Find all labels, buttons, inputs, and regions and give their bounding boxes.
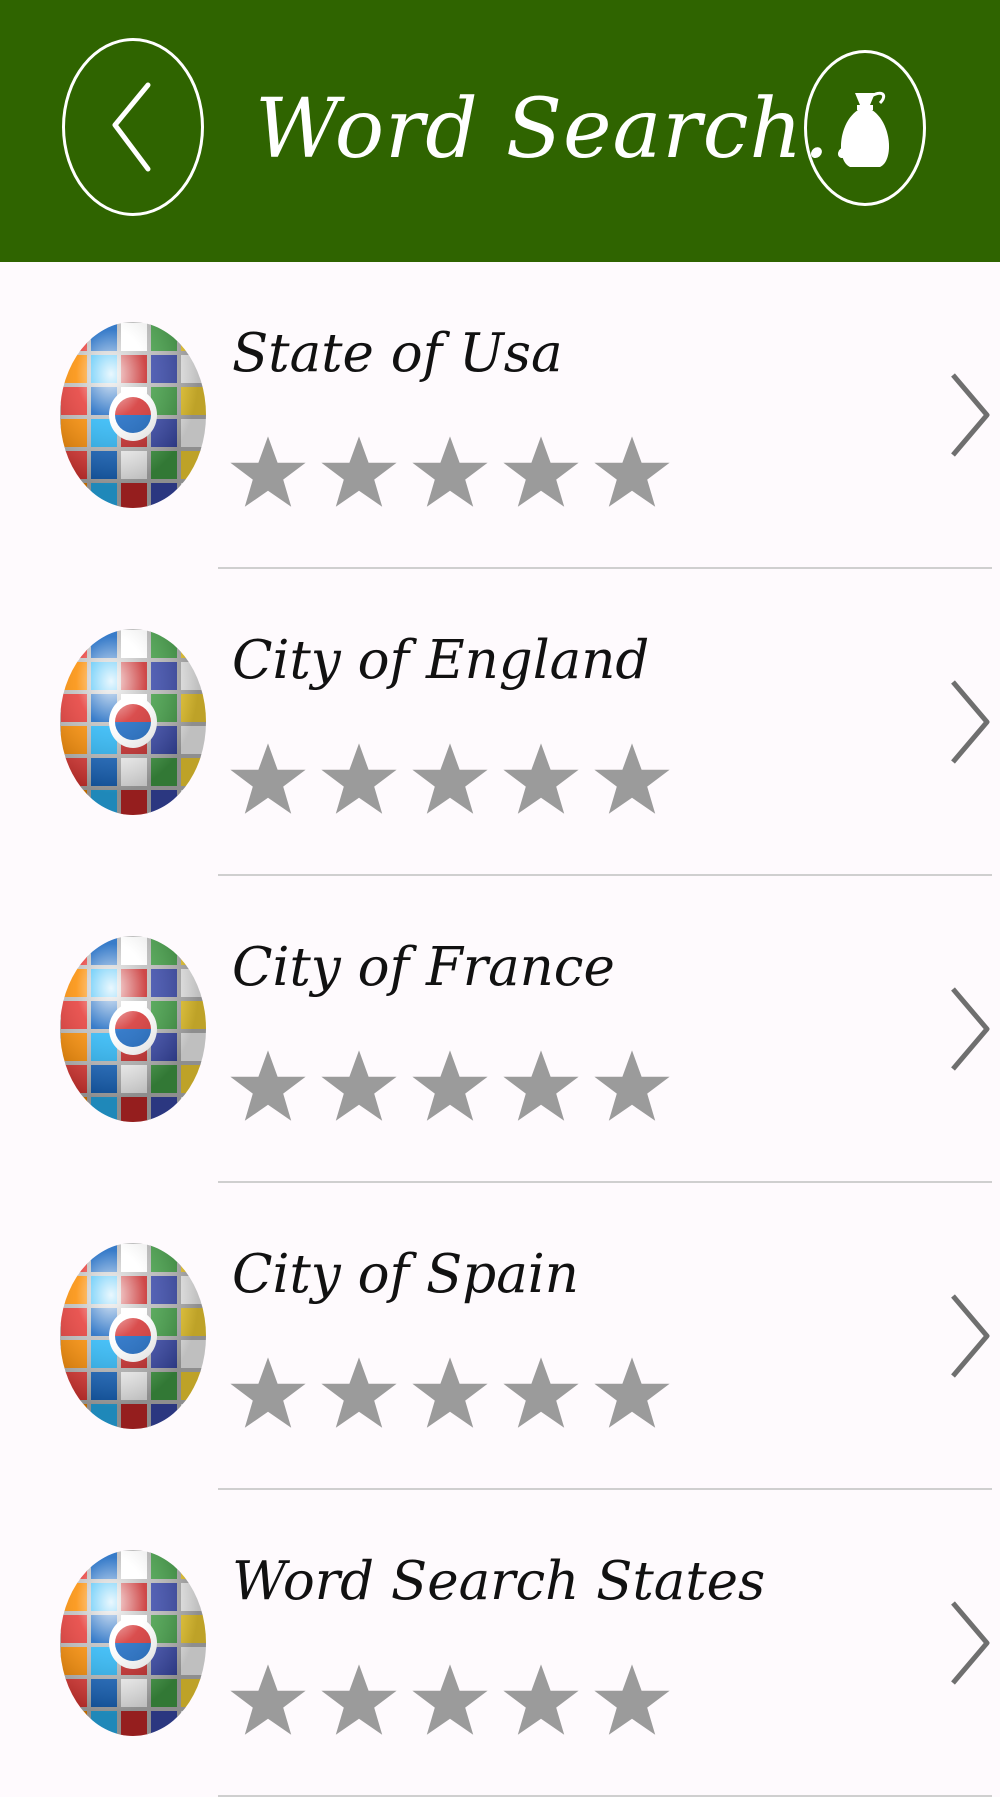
category-row[interactable]: City of France — [0, 876, 1000, 1183]
star-icon — [410, 741, 501, 821]
star-icon — [592, 1355, 683, 1435]
flags-globe-icon — [60, 1243, 206, 1429]
chevron-right-icon[interactable] — [945, 1593, 995, 1693]
star-icon — [410, 1355, 501, 1435]
chevron-right-icon[interactable] — [945, 1286, 995, 1386]
page-title: Word Search... — [255, 82, 885, 177]
category-title: Word Search States — [232, 1551, 766, 1612]
flags-globe-icon — [60, 322, 206, 508]
chevron-right-icon[interactable] — [945, 365, 995, 465]
flags-globe-icon — [60, 936, 206, 1122]
star-icon — [228, 1048, 319, 1128]
star-rating — [228, 741, 683, 821]
category-row[interactable]: Word Search States — [0, 1490, 1000, 1797]
star-icon — [592, 1048, 683, 1128]
star-icon — [228, 434, 319, 514]
star-icon — [501, 434, 592, 514]
chevron-right-icon[interactable] — [945, 979, 995, 1079]
star-icon — [319, 1662, 410, 1742]
star-icon — [410, 1662, 501, 1742]
app-header: Word Search... — [0, 0, 1000, 262]
category-title: City of Spain — [232, 1244, 579, 1305]
star-icon — [501, 1662, 592, 1742]
back-button[interactable] — [62, 38, 204, 216]
star-rating — [228, 1662, 683, 1742]
category-title: State of Usa — [232, 323, 563, 384]
category-title: City of England — [232, 630, 650, 691]
star-icon — [410, 434, 501, 514]
category-title: City of France — [232, 937, 615, 998]
star-icon — [501, 1355, 592, 1435]
star-rating — [228, 434, 683, 514]
flags-globe-icon — [60, 1550, 206, 1736]
star-icon — [228, 741, 319, 821]
star-icon — [319, 1048, 410, 1128]
shop-button[interactable] — [804, 50, 926, 206]
category-row[interactable]: State of Usa — [0, 262, 1000, 569]
star-icon — [592, 1662, 683, 1742]
star-icon — [319, 1355, 410, 1435]
star-icon — [592, 434, 683, 514]
star-icon — [501, 741, 592, 821]
star-rating — [228, 1048, 683, 1128]
star-icon — [319, 434, 410, 514]
star-icon — [592, 741, 683, 821]
star-rating — [228, 1355, 683, 1435]
category-row[interactable]: City of England — [0, 569, 1000, 876]
money-bag-icon — [840, 91, 890, 167]
star-icon — [228, 1355, 319, 1435]
star-icon — [319, 741, 410, 821]
star-icon — [501, 1048, 592, 1128]
star-icon — [228, 1662, 319, 1742]
star-icon — [410, 1048, 501, 1128]
chevron-left-icon — [112, 82, 151, 172]
category-row[interactable]: City of Spain — [0, 1183, 1000, 1490]
chevron-right-icon[interactable] — [945, 672, 995, 772]
flags-globe-icon — [60, 629, 206, 815]
